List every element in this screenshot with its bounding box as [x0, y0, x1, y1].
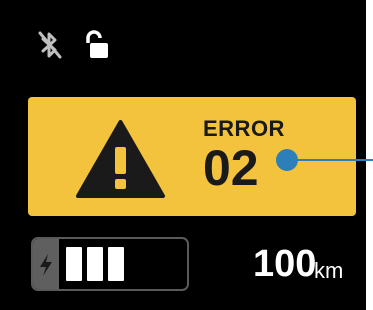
battery-segment: [87, 247, 103, 281]
callout-dot: [276, 149, 298, 171]
warning-triangle-icon: [75, 119, 166, 199]
unlocked-padlock-icon: [84, 30, 110, 60]
error-label: ERROR: [203, 116, 285, 141]
battery-indicator: [31, 237, 189, 291]
battery-segment: [108, 247, 124, 281]
battery-charge-cap: [33, 239, 59, 289]
range-unit: km: [314, 258, 344, 283]
battery-segment: [66, 247, 82, 281]
range-value: 100: [253, 243, 317, 285]
display-screen: ERROR 02 100 km: [0, 0, 373, 310]
error-code: 02: [203, 140, 259, 196]
callout-line: [287, 159, 373, 161]
lightning-bolt-icon: [38, 253, 54, 277]
bluetooth-disabled-icon: [36, 30, 64, 60]
